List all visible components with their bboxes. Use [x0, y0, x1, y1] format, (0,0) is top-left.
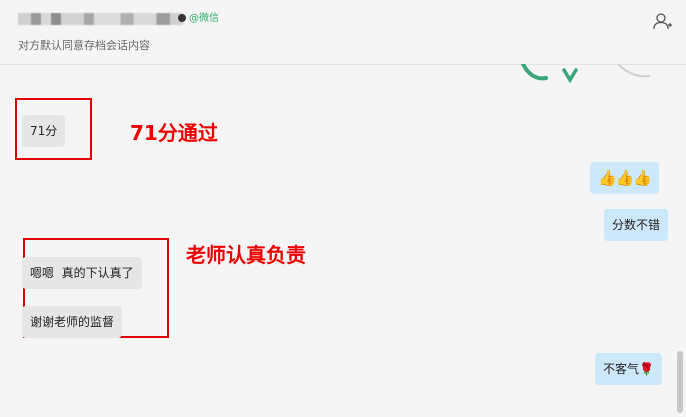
- message-outgoing[interactable]: 👍👍👍: [590, 162, 660, 194]
- add-user-icon[interactable]: [653, 12, 673, 30]
- message-incoming[interactable]: 嗯嗯 真的下认真了: [22, 257, 142, 289]
- message-outgoing[interactable]: 分数不错: [604, 209, 669, 241]
- contact-name-redacted: [18, 13, 183, 25]
- archive-consent-notice: 对方默认同意存档会话内容: [18, 39, 150, 52]
- message-outgoing[interactable]: 不客气🌹: [595, 353, 662, 385]
- status-dot: [178, 14, 186, 22]
- sticker-image[interactable]: [518, 64, 658, 94]
- chat-header: @微信 对方默认同意存档会话内容: [0, 0, 686, 65]
- scrollbar[interactable]: [677, 351, 683, 413]
- highlight-box: [15, 98, 92, 160]
- annotation-text: 老师认真负责: [186, 243, 306, 267]
- wechat-source-tag: @微信: [189, 13, 219, 24]
- annotation-text: 71分通过: [130, 121, 218, 145]
- message-incoming[interactable]: 谢谢老师的监督: [22, 306, 123, 338]
